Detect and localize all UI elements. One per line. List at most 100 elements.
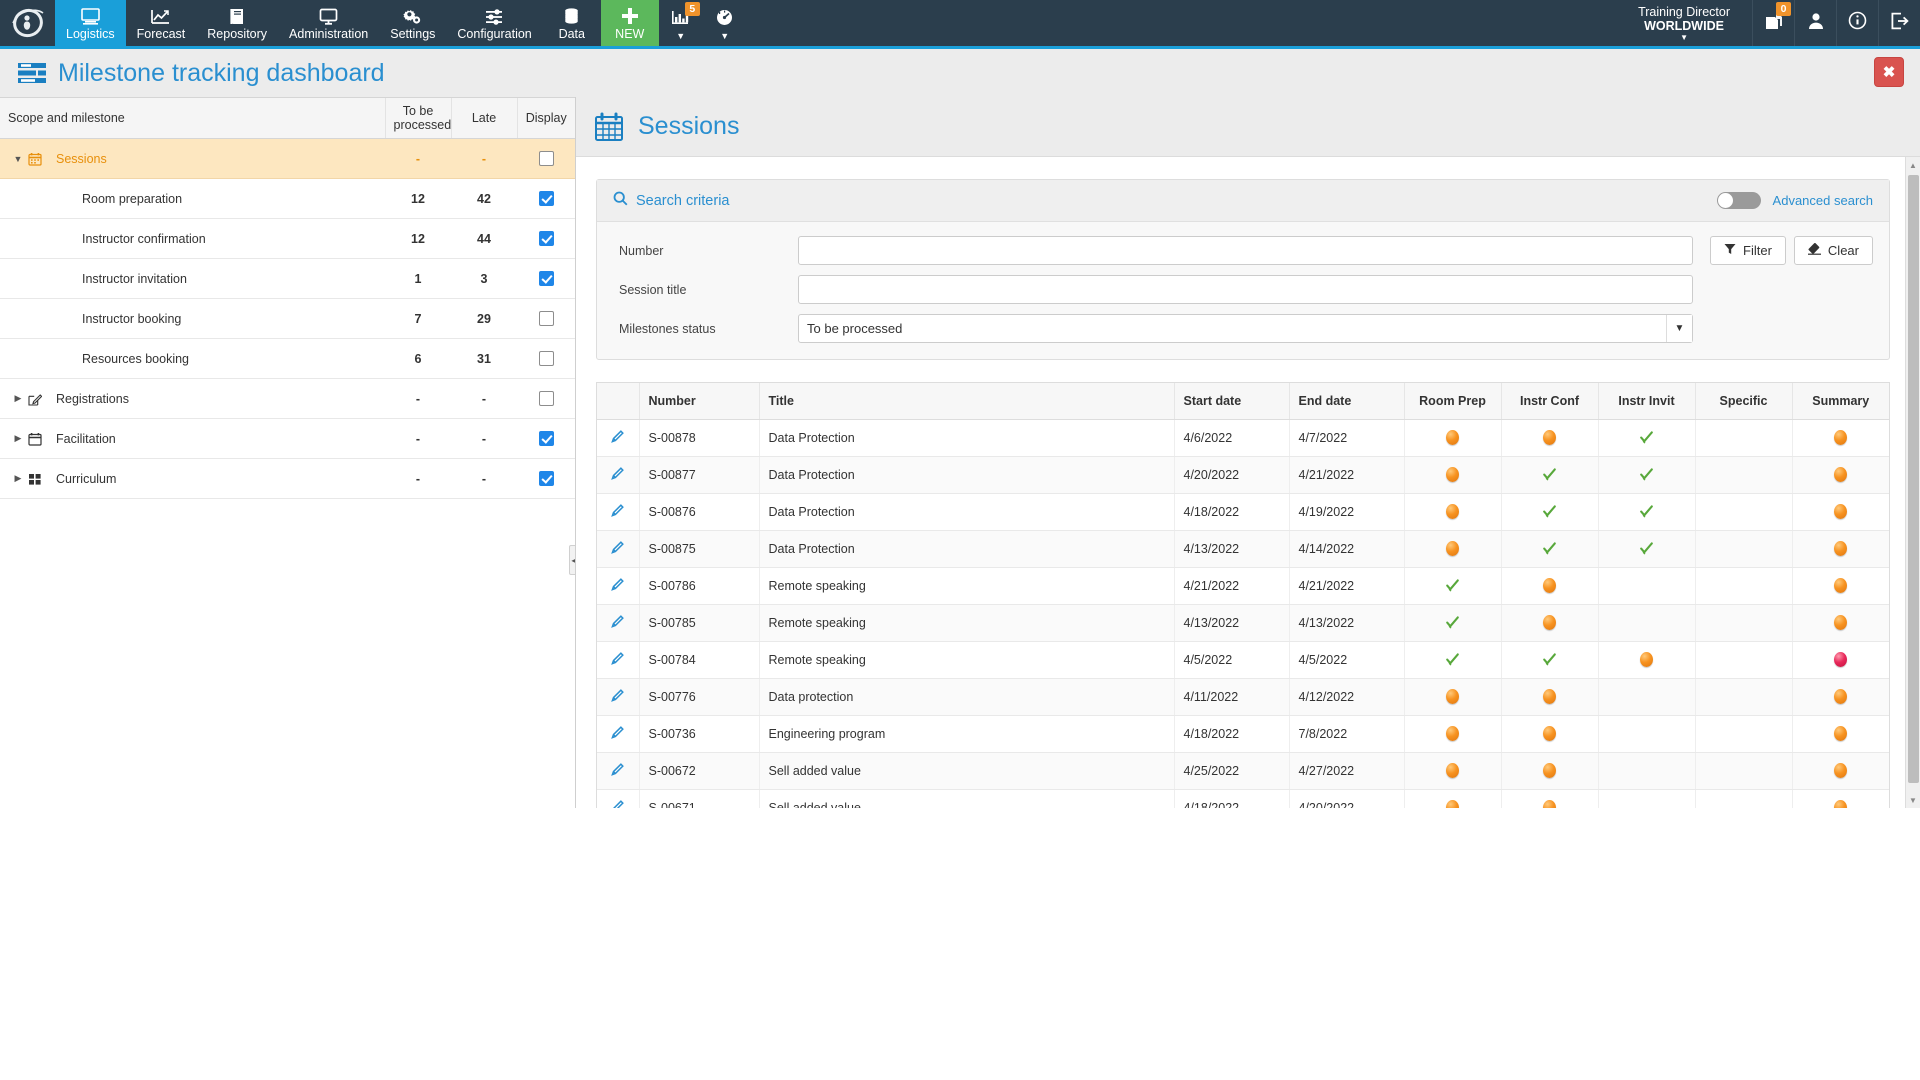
results-col-number[interactable]: Number xyxy=(639,383,760,420)
row-edit-cell[interactable] xyxy=(597,604,640,642)
tree-row-facilitation[interactable]: ▶ Facilitation - - xyxy=(0,418,575,459)
nav-item-logistics[interactable]: Logistics xyxy=(55,0,126,46)
display-checkbox[interactable] xyxy=(538,271,554,287)
number-input[interactable] xyxy=(798,236,1693,265)
table-row[interactable]: S-00876 Data Protection 4/18/2022 4/19/2022 xyxy=(597,493,1889,531)
results-col-title[interactable]: Title xyxy=(759,383,1175,420)
scroll-up-arrow-icon[interactable]: ▲ xyxy=(1906,157,1920,173)
display-checkbox[interactable] xyxy=(538,151,554,167)
display-checkbox[interactable] xyxy=(538,431,554,447)
results-col-specific[interactable]: Specific xyxy=(1695,383,1793,420)
display-checkbox[interactable] xyxy=(538,351,554,367)
row-edit-cell[interactable] xyxy=(597,493,640,531)
row-edit-cell[interactable] xyxy=(597,789,640,808)
tree-row-instructor-invitation[interactable]: Instructor invitation 1 3 xyxy=(0,258,575,299)
pencil-icon[interactable] xyxy=(610,614,625,629)
speedometer-icon xyxy=(715,9,734,31)
tree-row-room-preparation[interactable]: Room preparation 12 42 xyxy=(0,178,575,219)
results-col-room-prep[interactable]: Room Prep xyxy=(1404,383,1502,420)
tree-row-registrations[interactable]: ▶ Registrations - - xyxy=(0,378,575,419)
table-row[interactable]: S-00875 Data Protection 4/13/2022 4/14/2022 xyxy=(597,530,1889,568)
row-edit-cell[interactable] xyxy=(597,641,640,679)
tree-row-instructor-confirmation[interactable]: Instructor confirmation 12 44 xyxy=(0,218,575,259)
pencil-icon[interactable] xyxy=(610,688,625,703)
display-checkbox[interactable] xyxy=(538,391,554,407)
results-col-summary[interactable]: Summary xyxy=(1792,383,1889,420)
table-row[interactable]: S-00784 Remote speaking 4/5/2022 4/5/2022 xyxy=(597,641,1889,679)
table-row[interactable]: S-00878 Data Protection 4/6/2022 4/7/2022 xyxy=(597,419,1889,457)
nav-item-forecast[interactable]: Forecast xyxy=(126,0,197,46)
row-edit-cell[interactable] xyxy=(597,567,640,605)
tree-row-instructor-booking[interactable]: Instructor booking 7 29 xyxy=(0,298,575,339)
clear-button[interactable]: Clear xyxy=(1793,236,1873,265)
milestones-status-select[interactable]: To be processed xyxy=(798,314,1693,343)
table-row[interactable]: S-00672 Sell added value 4/25/2022 4/27/202… xyxy=(597,752,1889,790)
company-logo-icon[interactable] xyxy=(0,0,55,46)
pencil-icon[interactable] xyxy=(610,799,625,808)
display-checkbox[interactable] xyxy=(538,231,554,247)
scrollbar-thumb[interactable] xyxy=(1908,175,1919,783)
pencil-icon[interactable] xyxy=(610,651,625,666)
tree-row-curriculum[interactable]: ▶ Curriculum - - xyxy=(0,458,575,499)
tree-cell-late: - xyxy=(451,458,517,499)
advanced-search-toggle[interactable] xyxy=(1716,192,1761,209)
close-button[interactable]: ✖ xyxy=(1874,57,1904,87)
filter-button[interactable]: Filter xyxy=(1710,236,1786,265)
table-row[interactable]: S-00877 Data Protection 4/20/2022 4/21/2022 xyxy=(597,456,1889,494)
reports-button[interactable]: 5 ▼ xyxy=(659,0,703,46)
pencil-icon[interactable] xyxy=(610,577,625,592)
row-edit-cell[interactable] xyxy=(597,752,640,790)
pencil-icon[interactable] xyxy=(610,762,625,777)
display-checkbox[interactable] xyxy=(538,471,554,487)
new-button[interactable]: NEW xyxy=(600,0,659,46)
pencil-icon[interactable] xyxy=(610,503,625,518)
pencil-icon[interactable] xyxy=(610,429,625,444)
nav-item-configuration[interactable]: Configuration xyxy=(446,0,542,46)
nav-item-data[interactable]: Data xyxy=(543,0,601,46)
nav-label: Administration xyxy=(289,26,369,41)
info-button[interactable] xyxy=(1836,0,1878,46)
search-criteria-toggle[interactable]: Search criteria xyxy=(613,191,729,211)
table-row[interactable]: S-00776 Data protection 4/11/2022 4/12/2022 xyxy=(597,678,1889,716)
advanced-search-label[interactable]: Advanced search xyxy=(1773,193,1873,208)
expand-collapse-arrow-icon[interactable]: ▶ xyxy=(8,473,28,484)
detail-scrollbar[interactable]: ▲ ▼ xyxy=(1905,157,1920,808)
nav-item-settings[interactable]: Settings xyxy=(379,0,446,46)
pencil-icon[interactable] xyxy=(610,725,625,740)
expand-collapse-arrow-icon[interactable]: ▶ xyxy=(8,433,28,444)
logout-button[interactable] xyxy=(1878,0,1920,46)
tree-row-sessions[interactable]: ▼ Sessions - - xyxy=(0,138,575,179)
table-row[interactable]: S-00736 Engineering program 4/18/2022 7/8/2… xyxy=(597,715,1889,753)
expand-collapse-arrow-icon[interactable]: ▶ xyxy=(8,393,28,404)
tree-row-resources-booking[interactable]: Resources booking 6 31 xyxy=(0,338,575,379)
table-row[interactable]: S-00671 Sell added value 4/18/2022 4/20/202… xyxy=(597,789,1889,808)
user-profile-button[interactable] xyxy=(1794,0,1836,46)
row-instr-conf xyxy=(1501,641,1599,679)
filter-button-label: Filter xyxy=(1743,243,1772,258)
row-edit-cell[interactable] xyxy=(597,530,640,568)
nav-item-repository[interactable]: Repository xyxy=(196,0,278,46)
chevron-down-icon[interactable]: ▼ xyxy=(1666,315,1692,342)
nav-item-administration[interactable]: Administration xyxy=(278,0,379,46)
row-edit-cell[interactable] xyxy=(597,419,640,457)
results-col-start-date[interactable]: Start date xyxy=(1174,383,1290,420)
row-edit-cell[interactable] xyxy=(597,678,640,716)
pane-splitter-handle[interactable]: ◀ xyxy=(569,545,575,575)
results-col-end-date[interactable]: End date xyxy=(1289,383,1405,420)
display-checkbox[interactable] xyxy=(538,191,554,207)
results-col-instr-conf[interactable]: Instr Conf xyxy=(1501,383,1599,420)
expand-collapse-arrow-icon[interactable]: ▼ xyxy=(8,154,28,164)
scroll-down-arrow-icon[interactable]: ▼ xyxy=(1906,792,1920,808)
user-menu[interactable]: Training Director WORLDWIDE ▼ xyxy=(1616,0,1752,46)
session-title-input[interactable] xyxy=(798,275,1693,304)
table-row[interactable]: S-00785 Remote speaking 4/13/2022 4/13/2022 xyxy=(597,604,1889,642)
pencil-icon[interactable] xyxy=(610,540,625,555)
row-edit-cell[interactable] xyxy=(597,715,640,753)
dashboard-button[interactable]: ▼ xyxy=(703,0,747,46)
table-row[interactable]: S-00786 Remote speaking 4/21/2022 4/21/2022 xyxy=(597,567,1889,605)
pencil-icon[interactable] xyxy=(610,466,625,481)
row-edit-cell[interactable] xyxy=(597,456,640,494)
documents-button[interactable]: 0 xyxy=(1752,0,1794,46)
results-col-instr-invit[interactable]: Instr Invit xyxy=(1598,383,1696,420)
display-checkbox[interactable] xyxy=(538,311,554,327)
